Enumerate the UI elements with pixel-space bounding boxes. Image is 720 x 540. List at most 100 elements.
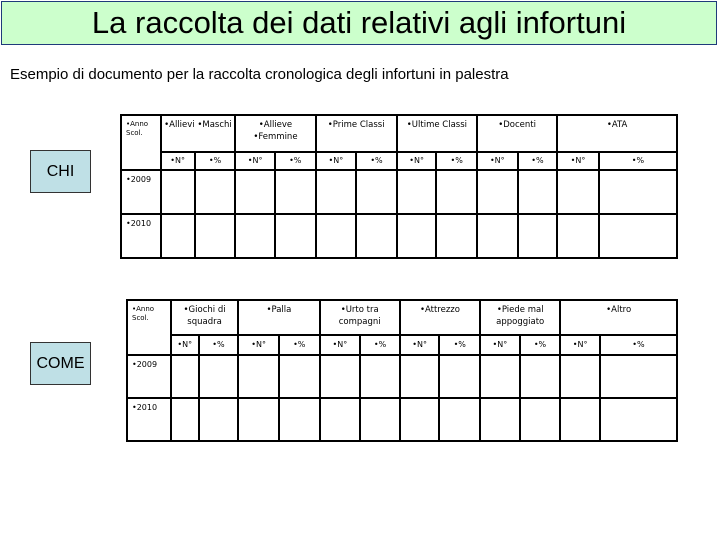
sub-header-count: •N° bbox=[234, 151, 276, 171]
data-cell[interactable] bbox=[559, 397, 601, 442]
data-cell[interactable] bbox=[598, 354, 679, 399]
sub-header-count: •N° bbox=[395, 151, 438, 171]
data-cell[interactable] bbox=[395, 213, 438, 259]
data-cell[interactable] bbox=[518, 397, 562, 442]
sub-header-percent: •% bbox=[273, 151, 317, 171]
data-cell[interactable] bbox=[234, 169, 276, 215]
come-table: •Anno Scol. •Giochi di squadra •Palla •U… bbox=[126, 299, 679, 442]
row-year: •2009 bbox=[126, 354, 172, 399]
data-cell[interactable] bbox=[197, 354, 240, 399]
data-cell[interactable] bbox=[438, 397, 482, 442]
sub-header-row: •N° •% •N° •% •N° •% •N° •% •N° •% •N° •… bbox=[127, 334, 679, 356]
group-header-ultime-classi: •Ultime Classi bbox=[395, 114, 479, 153]
data-cell[interactable] bbox=[314, 169, 358, 215]
sub-header-count: •N° bbox=[318, 334, 362, 356]
data-cell[interactable] bbox=[516, 169, 559, 215]
data-cell[interactable] bbox=[355, 169, 398, 215]
group-header-docenti: •Docenti bbox=[475, 114, 559, 153]
group-header-allieve-femmine: •Allieve •Femmine bbox=[234, 114, 317, 153]
data-cell[interactable] bbox=[435, 169, 478, 215]
data-cell[interactable] bbox=[237, 354, 280, 399]
year-column-header: •Anno Scol. bbox=[126, 299, 172, 356]
sub-header-percent: •% bbox=[193, 151, 237, 171]
data-cell[interactable] bbox=[438, 354, 482, 399]
group-header-attrezzo: •Attrezzo bbox=[398, 299, 482, 336]
sub-header-count: •N° bbox=[559, 334, 601, 356]
sub-header-count: •N° bbox=[169, 334, 200, 356]
data-cell[interactable] bbox=[359, 397, 401, 442]
sub-header-count: •N° bbox=[398, 334, 441, 356]
row-year: •2009 bbox=[120, 169, 162, 215]
sub-header-percent: •% bbox=[435, 151, 478, 171]
data-cell[interactable] bbox=[479, 354, 521, 399]
data-cell[interactable] bbox=[556, 169, 600, 215]
sub-header-percent: •% bbox=[438, 334, 482, 356]
data-cell[interactable] bbox=[197, 397, 240, 442]
data-cell[interactable] bbox=[395, 169, 438, 215]
data-cell[interactable] bbox=[277, 397, 321, 442]
sub-header-percent: •% bbox=[597, 151, 679, 171]
group-header-giochi-di-squadra: •Giochi di squadra bbox=[169, 299, 240, 336]
data-cell[interactable] bbox=[273, 169, 317, 215]
data-cell[interactable] bbox=[597, 169, 679, 215]
data-cell[interactable] bbox=[479, 397, 521, 442]
data-cell[interactable] bbox=[556, 213, 600, 259]
data-cell[interactable] bbox=[559, 354, 601, 399]
sub-header-count: •N° bbox=[159, 151, 196, 171]
sub-header-percent: •% bbox=[359, 334, 401, 356]
data-cell[interactable] bbox=[314, 213, 358, 259]
data-cell[interactable] bbox=[398, 397, 441, 442]
data-cell[interactable] bbox=[518, 354, 562, 399]
table-row: •2010 bbox=[120, 213, 679, 259]
year-column-header: •Anno Scol. bbox=[120, 114, 162, 171]
table-row: •2010 bbox=[126, 397, 679, 442]
sub-header-count: •N° bbox=[237, 334, 280, 356]
sub-header-row: •N° •% •N° •% •N° •% •N° •% •N° •% •N° •… bbox=[121, 151, 679, 171]
data-cell[interactable] bbox=[159, 213, 196, 259]
chi-table: •Anno Scol. •Allievi •Maschi •Allieve •F… bbox=[120, 114, 679, 259]
sub-header-percent: •% bbox=[197, 334, 240, 356]
data-cell[interactable] bbox=[435, 213, 478, 259]
data-cell[interactable] bbox=[193, 213, 237, 259]
data-cell[interactable] bbox=[597, 213, 679, 259]
data-cell[interactable] bbox=[193, 169, 237, 215]
group-header-ata: •ATA bbox=[556, 114, 678, 153]
sub-header-count: •N° bbox=[476, 151, 519, 171]
page-subtitle: Esempio di documento per la raccolta cro… bbox=[10, 66, 509, 83]
data-cell[interactable] bbox=[516, 213, 559, 259]
data-cell[interactable] bbox=[318, 397, 362, 442]
sub-header-percent: •% bbox=[277, 334, 321, 356]
data-cell[interactable] bbox=[159, 169, 196, 215]
sub-header-count: •N° bbox=[479, 334, 521, 356]
group-header-altro: •Altro bbox=[559, 299, 678, 336]
group-header-prime-classi: •Prime Classi bbox=[314, 114, 398, 153]
sub-header-percent: •% bbox=[355, 151, 398, 171]
data-cell[interactable] bbox=[169, 354, 200, 399]
table-row: •2009 bbox=[120, 169, 679, 215]
sub-header-percent: •% bbox=[516, 151, 559, 171]
data-cell[interactable] bbox=[237, 397, 280, 442]
data-cell[interactable] bbox=[476, 213, 519, 259]
sub-header-percent: •% bbox=[518, 334, 562, 356]
data-cell[interactable] bbox=[169, 397, 200, 442]
table-row: •2009 bbox=[126, 354, 679, 399]
data-cell[interactable] bbox=[273, 213, 317, 259]
title-bar: La raccolta dei dati relativi agli infor… bbox=[1, 1, 717, 45]
data-cell[interactable] bbox=[277, 354, 321, 399]
come-label-box: COME bbox=[30, 342, 91, 385]
sub-header-count: •N° bbox=[556, 151, 600, 171]
chi-label-box: CHI bbox=[30, 150, 91, 193]
data-cell[interactable] bbox=[359, 354, 401, 399]
data-cell[interactable] bbox=[355, 213, 398, 259]
data-cell[interactable] bbox=[476, 169, 519, 215]
row-year: •2010 bbox=[120, 213, 162, 259]
group-header-piede-mal-appoggiato: •Piede mal appoggiato bbox=[479, 299, 562, 336]
group-header-urto-tra-compagni: •Urto tra compagni bbox=[318, 299, 401, 336]
data-cell[interactable] bbox=[598, 397, 679, 442]
page-title: La raccolta dei dati relativi agli infor… bbox=[91, 5, 627, 40]
data-cell[interactable] bbox=[234, 213, 276, 259]
data-cell[interactable] bbox=[318, 354, 362, 399]
group-header-allievi-maschi: •Allievi •Maschi bbox=[159, 114, 237, 153]
sub-header-count: •N° bbox=[314, 151, 358, 171]
data-cell[interactable] bbox=[398, 354, 441, 399]
